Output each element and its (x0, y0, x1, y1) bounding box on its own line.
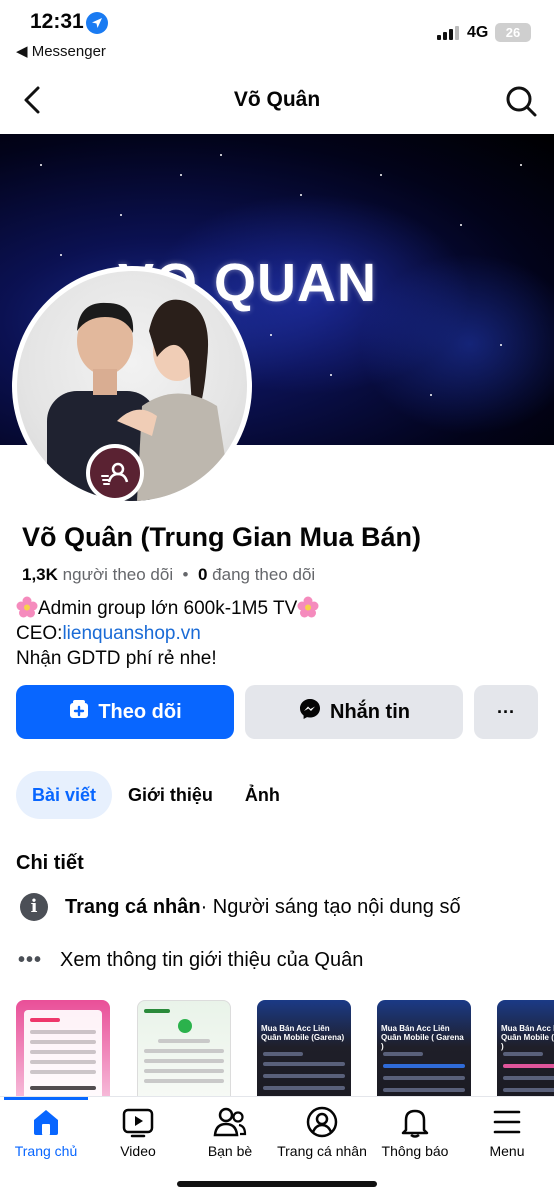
more-dots-icon: ··· (497, 701, 515, 722)
ellipsis-icon: ••• (18, 948, 43, 971)
featured-card-title: Mua Bán Acc Liên Quân Mobile (Garena) (261, 1024, 345, 1042)
tab-photos[interactable]: Ảnh (229, 771, 296, 819)
tab-about[interactable]: Giới thiệu (112, 771, 229, 819)
following-count[interactable]: 0 (198, 565, 207, 584)
nav-menu[interactable]: Menu (457, 1105, 554, 1159)
featured-card-title: Mua Bán Acc Liên Quân Mobile ( Garena ) (381, 1024, 464, 1051)
nav-notifications[interactable]: Thông báo (365, 1105, 465, 1159)
back-to-app-link[interactable]: ◀ Messenger (16, 42, 106, 60)
search-icon[interactable] (504, 84, 538, 123)
creator-badge-icon (86, 444, 144, 502)
nav-video[interactable]: Video (88, 1105, 188, 1159)
featured-strip: Mua Bán Acc Liên Quân Mobile (Garena) Mu… (0, 996, 554, 1100)
profile-tabs: Bài viết Giới thiệu Ảnh (16, 771, 296, 819)
bell-icon (365, 1105, 465, 1139)
nav-video-label: Video (120, 1143, 156, 1159)
status-bar: 12:31 ◀ Messenger 4G 26 (0, 0, 554, 68)
home-indicator[interactable] (177, 1181, 377, 1187)
page-category: · Người sáng tạo nội dung số (200, 895, 461, 918)
flower-emoji-icon (16, 596, 38, 618)
nav-profile[interactable]: Trang cá nhân (272, 1105, 372, 1159)
nav-home-label: Trang chủ (14, 1143, 78, 1159)
followers-count[interactable]: 1,3K (22, 565, 58, 584)
profile-name: Võ Quân (Trung Gian Mua Bán) (22, 522, 422, 552)
followers-label[interactable]: người theo dõi (63, 565, 173, 584)
flower-emoji-icon (297, 596, 319, 618)
see-about-label: Xem thông tin giới thiệu của Quân (60, 948, 364, 971)
bio-website-link[interactable]: lienquanshop.vn (62, 623, 200, 644)
featured-card[interactable]: Mua Bán Acc Liên Quân Mobile ( Garena ) (497, 1000, 554, 1100)
top-nav-bar: Võ Quân (0, 68, 554, 134)
page-type: Trang cá nhân (65, 895, 201, 918)
battery-icon: 26 (495, 23, 531, 42)
clock: 12:31 (30, 10, 84, 33)
tab-posts[interactable]: Bài viết (16, 771, 113, 819)
nav-friends-label: Bạn bè (207, 1143, 253, 1159)
stats-separator: • (177, 565, 198, 584)
message-button[interactable]: Nhắn tin (245, 685, 463, 739)
follow-label: Theo dõi (98, 700, 182, 723)
signal-icon (437, 26, 463, 45)
nav-menu-label: Menu (489, 1143, 525, 1159)
featured-card[interactable] (137, 1000, 231, 1100)
active-tab-indicator (4, 1097, 88, 1100)
nav-friends[interactable]: Bạn bè (180, 1105, 280, 1159)
featured-card[interactable]: Mua Bán Acc Liên Quân Mobile (Garena) (257, 1000, 351, 1100)
bio-line-1: Admin group lớn 600k-1M5 TV (38, 598, 298, 619)
follow-stats: 1,3K người theo dõi • 0 đang theo dõi (22, 565, 315, 585)
friends-icon (180, 1105, 280, 1139)
video-icon (88, 1105, 188, 1139)
profile-bio: Admin group lớn 600k-1M5 TV CEO:lienquan… (16, 596, 319, 671)
page-category-row: i Trang cá nhân · Người sáng tạo nội dun… (20, 892, 461, 922)
more-options-button[interactable]: ··· (474, 685, 538, 739)
home-icon (0, 1105, 96, 1139)
message-label: Nhắn tin (330, 700, 410, 723)
featured-card-title: Mua Bán Acc Liên Quân Mobile ( Garena ) (501, 1024, 554, 1051)
nav-profile-label: Trang cá nhân (277, 1143, 367, 1159)
bio-line-3: Nhận GDTD phí rẻ nhe! (16, 648, 217, 669)
nav-notifications-label: Thông báo (381, 1143, 449, 1159)
nav-home[interactable]: Trang chủ (0, 1105, 96, 1159)
menu-icon (457, 1105, 554, 1139)
follow-icon (68, 698, 90, 726)
details-heading: Chi tiết (16, 852, 84, 874)
featured-card[interactable]: Mua Bán Acc Liên Quân Mobile ( Garena ) (377, 1000, 471, 1100)
bio-ceo-prefix: CEO: (16, 623, 63, 644)
follow-button[interactable]: Theo dõi (16, 685, 234, 739)
featured-card[interactable] (16, 1000, 110, 1100)
info-icon: i (20, 893, 48, 921)
profile-icon (272, 1105, 372, 1139)
messenger-icon (298, 697, 322, 727)
see-about-link[interactable]: ••• Xem thông tin giới thiệu của Quân (18, 946, 363, 974)
page-title: Võ Quân (233, 88, 321, 111)
following-label[interactable]: đang theo dõi (212, 565, 315, 584)
location-icon (86, 12, 108, 34)
network-type: 4G (467, 24, 489, 41)
